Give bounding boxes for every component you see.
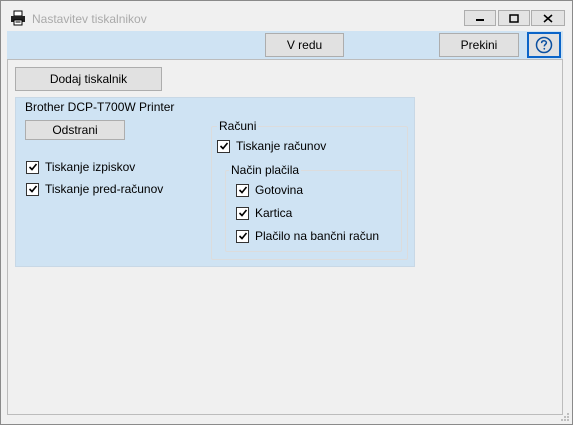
printer-name: Brother DCP-T700W Printer: [25, 100, 175, 114]
checkbox[interactable]: [236, 206, 249, 220]
checkmark-icon: [238, 209, 247, 217]
checkmark-icon: [28, 185, 37, 193]
payment-bank-transfer-checkbox[interactable]: Plačilo na bančni račun: [236, 229, 379, 243]
checkbox-label: Tiskanje izpiskov: [45, 160, 136, 174]
checkbox-label: Tiskanje računov: [236, 139, 327, 153]
minimize-button[interactable]: [464, 10, 496, 26]
question-circle-icon: [535, 36, 553, 54]
invoices-group-label: Računi: [217, 119, 259, 133]
checkbox[interactable]: [217, 139, 230, 153]
ok-button[interactable]: V redu: [265, 33, 344, 57]
checkmark-icon: [219, 142, 228, 150]
checkmark-icon: [238, 186, 247, 194]
checkbox[interactable]: [26, 160, 39, 174]
title-bar[interactable]: Nastavitev tiskalnikov: [1, 1, 572, 31]
resize-grip-icon: [561, 413, 569, 421]
payment-cash-checkbox[interactable]: Gotovina: [236, 183, 303, 197]
checkbox-label: Plačilo na bančni račun: [255, 229, 380, 243]
remove-printer-button[interactable]: Odstrani: [25, 120, 125, 140]
checkbox-label: Gotovina: [255, 183, 304, 197]
minimize-icon: [476, 19, 484, 21]
maximize-button[interactable]: [498, 10, 530, 26]
checkmark-icon: [28, 163, 37, 171]
checkbox[interactable]: [236, 183, 249, 197]
close-icon: [543, 13, 553, 23]
close-button[interactable]: [531, 10, 565, 26]
cancel-button[interactable]: Prekini: [439, 33, 519, 57]
checkbox-label: Tiskanje pred-računov: [45, 182, 164, 196]
checkbox[interactable]: [26, 182, 39, 196]
printer-icon: [11, 10, 25, 26]
print-receipts-checkbox[interactable]: Tiskanje izpiskov: [26, 160, 135, 174]
add-printer-button[interactable]: Dodaj tiskalnik: [15, 67, 162, 91]
payment-card-checkbox[interactable]: Kartica: [236, 206, 292, 220]
resize-grip[interactable]: [558, 410, 570, 422]
restore-icon: [509, 13, 519, 23]
checkmark-icon: [238, 232, 247, 240]
print-pre-invoices-checkbox[interactable]: Tiskanje pred-računov: [26, 182, 163, 196]
checkbox-label: Kartica: [255, 206, 293, 220]
payment-method-group-label: Način plačila: [229, 163, 302, 177]
print-invoices-checkbox[interactable]: Tiskanje računov: [217, 139, 326, 153]
window-title: Nastavitev tiskalnikov: [32, 12, 147, 26]
checkbox[interactable]: [236, 229, 249, 243]
help-button[interactable]: [527, 32, 561, 58]
